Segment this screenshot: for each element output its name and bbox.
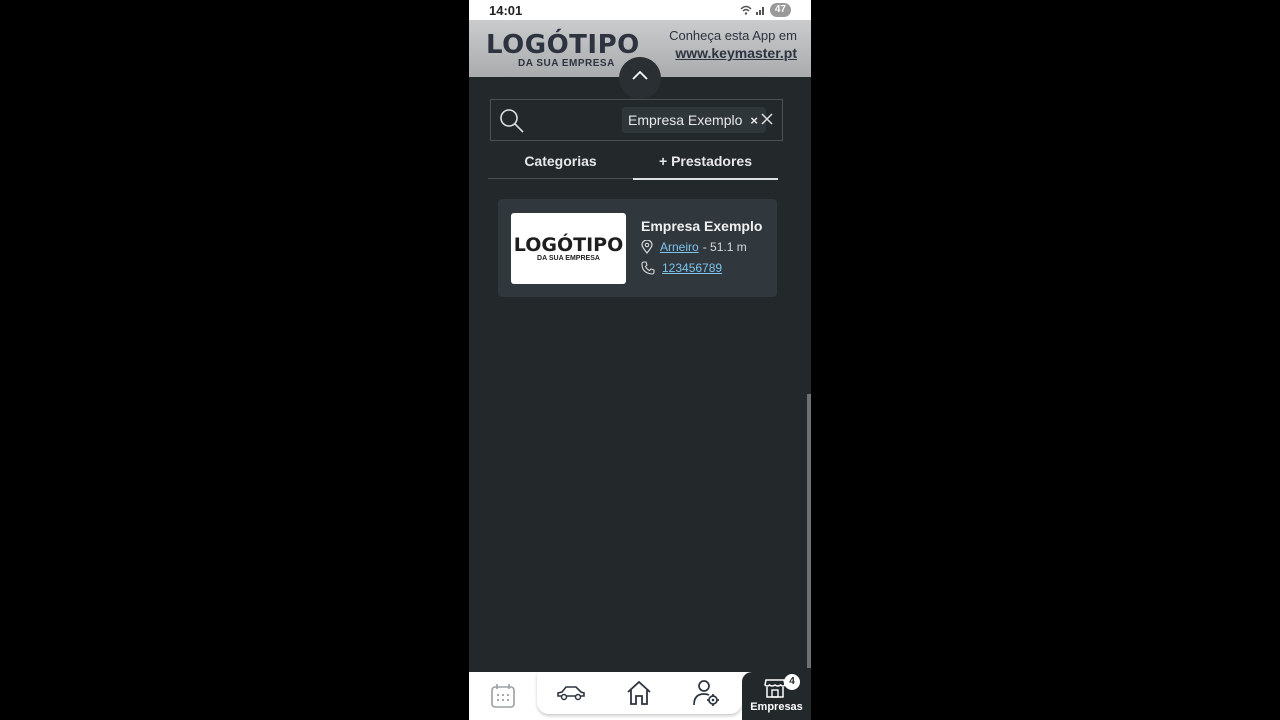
nav-calendar[interactable]: [479, 672, 527, 720]
company-card[interactable]: LOGÓTIPO DA SUA EMPRESA Empresa Exemplo …: [498, 199, 777, 297]
home-icon: [627, 680, 651, 705]
store-icon: [764, 679, 786, 698]
bottom-navigation: 4 Empresas: [469, 672, 811, 720]
signal-icon: [755, 7, 764, 15]
header-logo: LOGÓTIPO: [486, 30, 640, 60]
car-icon: [557, 686, 585, 701]
promo-link[interactable]: www.keymaster.pt: [675, 45, 797, 61]
battery-indicator: 47: [769, 3, 791, 17]
chevron-up-icon: [632, 70, 648, 80]
notification-badge: 4: [784, 674, 800, 690]
nav-empresas[interactable]: 4 Empresas: [742, 672, 811, 720]
wifi-icon: [740, 5, 752, 15]
company-logo-subtitle: DA SUA EMPRESA: [537, 255, 600, 262]
distance-text: - 51.1 m: [702, 240, 747, 254]
company-logo-text: LOGÓTIPO: [513, 234, 624, 256]
status-icons: 47: [740, 3, 791, 17]
filter-chip[interactable]: Empresa Exemplo ×: [622, 107, 766, 133]
company-name: Empresa Exemplo: [641, 218, 763, 234]
company-phone-row: 123456789: [641, 261, 722, 275]
promo-text: Conheça esta App em: [669, 28, 797, 43]
collapse-header-button[interactable]: [619, 57, 661, 99]
filter-chip-label: Empresa Exemplo: [628, 112, 743, 128]
header-logo-subtitle: DA SUA EMPRESA: [518, 58, 615, 69]
chip-remove-icon[interactable]: ×: [750, 113, 758, 128]
search-bar[interactable]: Empresa Exemplo ×: [490, 99, 783, 141]
phone-icon: [641, 261, 655, 275]
calendar-icon: [491, 684, 515, 708]
scrollbar[interactable]: [807, 394, 811, 668]
location-pin-icon: [641, 240, 653, 254]
nav-home[interactable]: [615, 672, 663, 714]
status-time: 14:01: [489, 3, 523, 18]
company-location-row: Arneiro - 51.1 m: [641, 240, 747, 254]
company-logo: LOGÓTIPO DA SUA EMPRESA: [511, 213, 626, 284]
search-icon[interactable]: [499, 108, 525, 134]
phone-link[interactable]: 123456789: [662, 261, 722, 275]
user-settings-icon: [693, 680, 719, 706]
location-link[interactable]: Arneiro: [660, 240, 699, 254]
tab-categorias[interactable]: Categorias: [488, 148, 633, 179]
clear-search-icon[interactable]: [760, 112, 774, 126]
app-screen: 14:01 47 LOGÓTIPO DA SUA EMPRESA Conheça…: [469, 0, 811, 720]
nav-account[interactable]: [683, 672, 731, 714]
tab-prestadores[interactable]: + Prestadores: [633, 148, 778, 180]
nav-main-group: [537, 672, 742, 714]
status-bar: 14:01 47: [469, 0, 811, 20]
nav-empresas-label: Empresas: [750, 701, 803, 713]
nav-vehicles[interactable]: [547, 672, 595, 714]
tab-bar: Categorias + Prestadores: [488, 148, 778, 180]
